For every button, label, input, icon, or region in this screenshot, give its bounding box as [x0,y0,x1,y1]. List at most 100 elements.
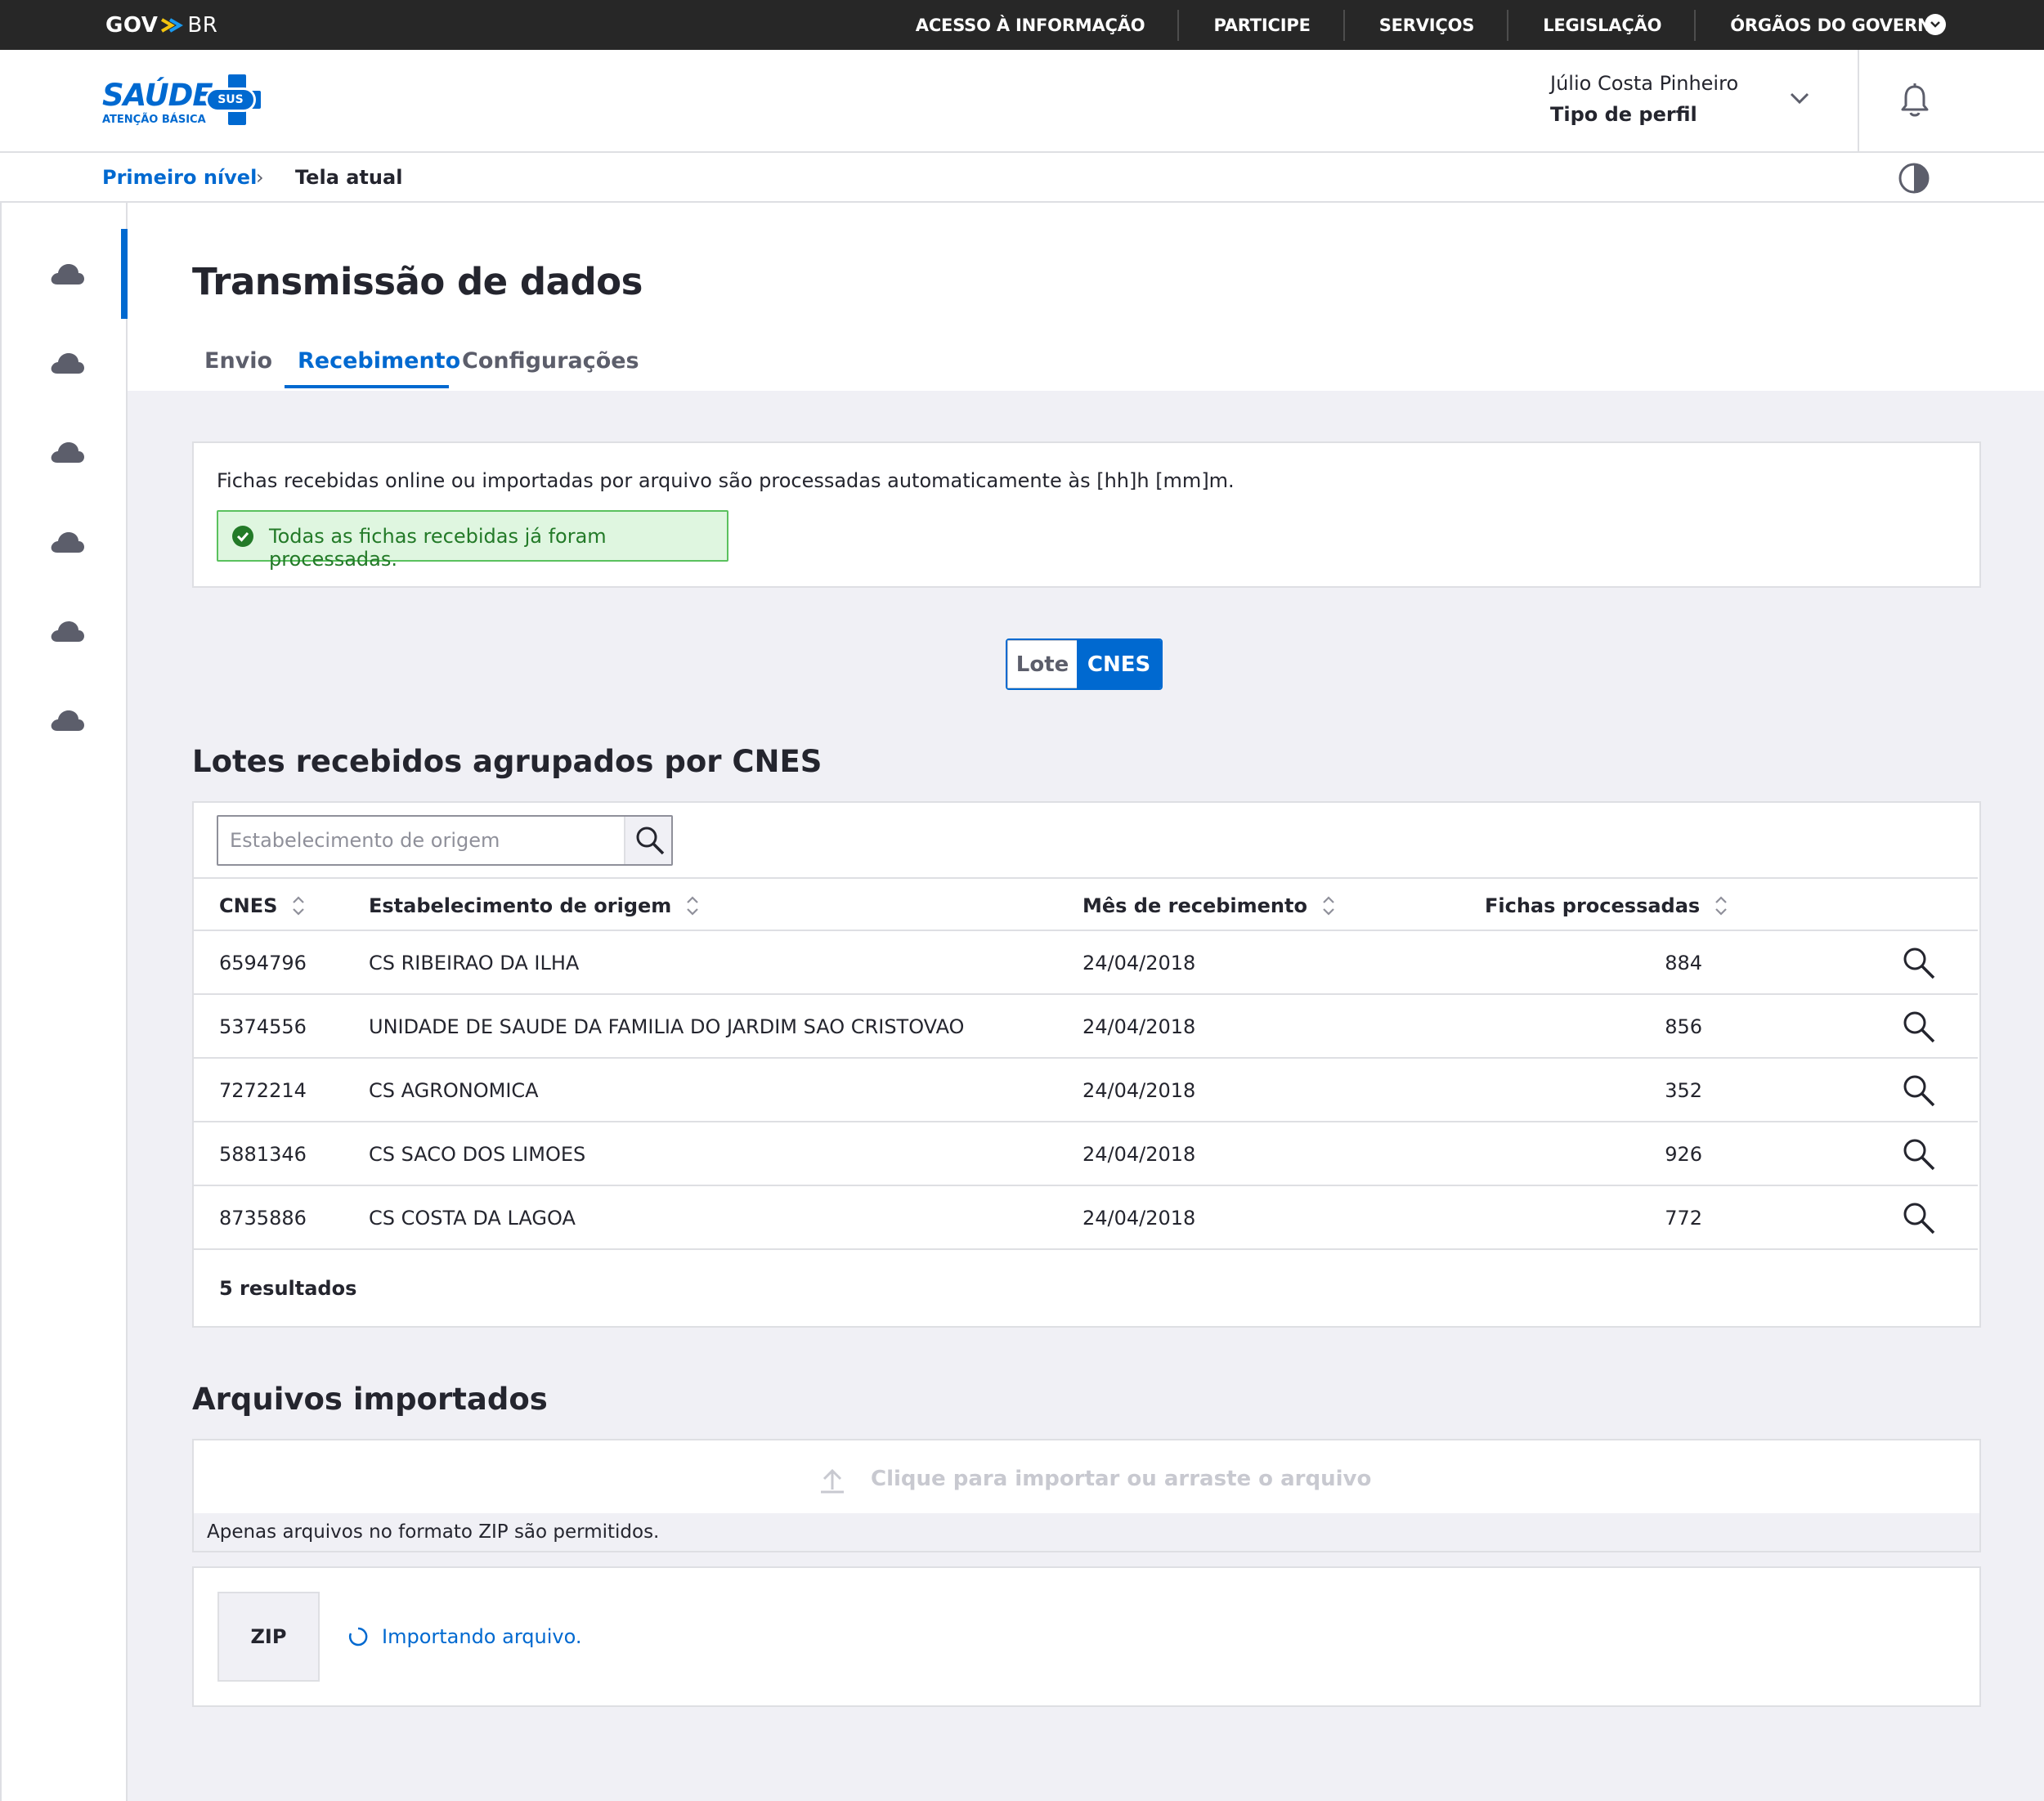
chevron-down-icon[interactable] [1925,14,1946,35]
search-icon [636,827,665,855]
sort-icon[interactable] [290,894,307,918]
govbr-logo[interactable]: GOV BR [105,11,217,39]
cell-fichas: 772 [1665,1207,1702,1230]
column-header-label: Mês de recebimento [1083,894,1307,917]
dropzone-note: Apenas arquivos no formato ZIP são permi… [192,1513,1981,1552]
side-nav [0,203,128,1801]
lotes-section-title: Lotes recebidos agrupados por CNES [192,744,823,779]
app-header: SAÚDE ATENÇÃO BÁSICA SUS Júlio Costa Pin… [0,50,2044,153]
import-status-text: Importando arquivo. [382,1625,582,1648]
govbr-link-legislacao[interactable]: LEGISLAÇÃO [1508,0,1697,50]
column-header-estabelecimento[interactable]: Estabelecimento de origem [369,894,701,918]
column-header-cnes[interactable]: CNES [219,894,307,918]
user-profile-type: Tipo de perfil [1550,103,1697,126]
column-header-fichas[interactable]: Fichas processadas [1485,894,1729,918]
result-count: 5 resultados [219,1277,357,1300]
cell-mes: 24/04/2018 [1083,1143,1196,1166]
search-icon[interactable] [1901,945,1937,981]
govbr-nav: ACESSO À INFORMAÇÃO PARTICIPE SERVIÇOS L… [881,0,2044,50]
toggle-lote[interactable]: Lote [1007,640,1078,688]
breadcrumb: Primeiro nível › Tela atual [0,153,2044,203]
user-menu[interactable]: Júlio Costa Pinheiro Tipo de perfil [1550,68,1738,130]
sort-icon[interactable] [1713,894,1729,918]
view-toggle: Lote CNES [1006,638,1163,690]
table-divider [194,993,1978,995]
cell-mes: 24/04/2018 [1083,952,1196,974]
cloud-icon[interactable] [49,708,85,732]
upload-icon [821,1468,844,1494]
search-icon[interactable] [1901,1009,1937,1045]
cell-estabelecimento: CS AGRONOMICA [369,1079,539,1102]
breadcrumb-current: Tela atual [295,166,403,189]
cloud-icon[interactable] [49,262,85,286]
cell-fichas: 884 [1665,952,1702,974]
zip-file-icon: ZIP [217,1592,320,1682]
sort-icon[interactable] [1320,894,1337,918]
column-header-label: Estabelecimento de origem [369,894,672,917]
cell-estabelecimento: CS SACO DOS LIMOES [369,1143,586,1166]
govbr-bar: GOV BR ACESSO À INFORMAÇÃO PARTICIPE SER… [0,0,2044,50]
imported-file-card: ZIP Importando arquivo. [192,1566,1981,1707]
side-nav-active-indicator [121,229,128,319]
cell-fichas: 926 [1665,1143,1702,1166]
logo-subtitle: ATENÇÃO BÁSICA [102,114,206,126]
dropzone-label: Clique para importar ou arraste o arquiv… [871,1467,1372,1491]
cell-cnes: 5374556 [219,1015,307,1038]
sort-icon[interactable] [684,894,701,918]
breadcrumb-separator: › [256,166,264,189]
cell-estabelecimento: CS COSTA DA LAGOA [369,1207,576,1230]
import-status: Importando arquivo. [347,1625,581,1648]
cell-estabelecimento: CS RIBEIRAO DA ILHA [369,952,580,974]
logo-saude-text: SAÚDE [102,78,213,113]
govbr-link-acesso[interactable]: ACESSO À INFORMAÇÃO [881,0,1180,50]
table-divider [194,1121,1978,1122]
contrast-icon[interactable] [1898,162,1930,195]
chevron-down-icon[interactable] [1787,86,1812,110]
search-input[interactable] [218,817,624,864]
cell-cnes: 5881346 [219,1143,307,1166]
search-icon[interactable] [1901,1200,1937,1236]
cloud-icon[interactable] [49,619,85,643]
tab-active-indicator [285,385,449,388]
search-button[interactable] [624,817,671,864]
processing-info-text: Fichas recebidas online ou importadas po… [217,469,1235,492]
search-icon[interactable] [1901,1073,1937,1109]
check-circle-icon [232,526,253,547]
user-name: Júlio Costa Pinheiro [1550,72,1739,95]
file-dropzone[interactable]: Clique para importar ou arraste o arquiv… [192,1439,1981,1515]
table-divider [194,1248,1978,1250]
cell-cnes: 7272214 [219,1079,307,1102]
table-divider [194,877,1978,879]
cell-estabelecimento: UNIDADE DE SAUDE DA FAMILIA DO JARDIM SA… [369,1015,965,1038]
search-icon[interactable] [1901,1136,1937,1172]
tab-recebimento[interactable]: Recebimento [298,348,460,374]
tab-configuracoes[interactable]: Configurações [462,348,639,374]
cell-mes: 24/04/2018 [1083,1015,1196,1038]
govbr-link-orgaos[interactable]: ÓRGÃOS DO GOVERNO [1696,0,2044,50]
cell-mes: 24/04/2018 [1083,1079,1196,1102]
table-divider [194,1185,1978,1186]
saude-esus-logo[interactable]: SAÚDE ATENÇÃO BÁSICA SUS [102,74,270,132]
breadcrumb-first-level[interactable]: Primeiro nível [102,166,257,189]
success-alert: Todas as fichas recebidas já foram proce… [217,510,728,571]
column-header-label: Fichas processadas [1485,894,1701,917]
cloud-icon[interactable] [49,440,85,464]
toggle-cnes[interactable]: CNES [1077,640,1161,688]
govbr-link-participe[interactable]: PARTICIPE [1179,0,1345,50]
dropzone-note-text: Apenas arquivos no formato ZIP são permi… [207,1521,660,1543]
govbr-arrow-icon [161,18,184,33]
cloud-icon[interactable] [49,530,85,554]
cell-fichas: 352 [1665,1079,1702,1102]
cell-mes: 24/04/2018 [1083,1207,1196,1230]
establishment-search [217,815,673,866]
bell-icon[interactable] [1898,83,1931,119]
column-header-mes[interactable]: Mês de recebimento [1083,894,1337,918]
cloud-icon[interactable] [49,351,85,375]
cell-cnes: 6594796 [219,952,307,974]
logo-esus-badge: SUS [205,87,256,112]
tab-envio[interactable]: Envio [204,348,272,374]
cell-cnes: 8735886 [219,1207,307,1230]
cell-fichas: 856 [1665,1015,1702,1038]
govbr-link-servicos[interactable]: SERVIÇOS [1345,0,1509,50]
govbr-logo-br: BR [187,13,218,38]
